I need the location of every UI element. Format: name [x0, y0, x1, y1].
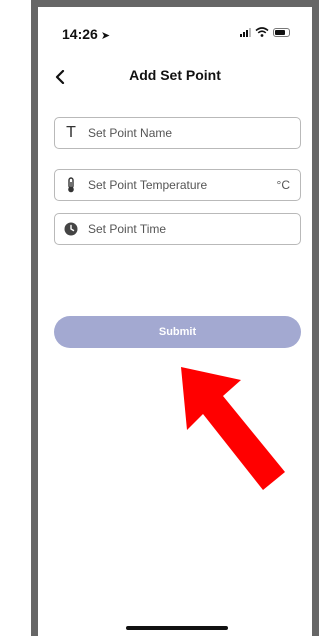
device-frame-top	[31, 0, 319, 7]
page-title: Add Set Point	[129, 67, 221, 83]
set-point-time-field[interactable]: Set Point Time	[54, 213, 301, 245]
red-pointer-arrow-icon	[181, 367, 285, 490]
status-time: 14:26 ➤	[62, 26, 110, 42]
battery-icon	[273, 27, 290, 37]
home-indicator	[126, 626, 228, 630]
device-frame-right	[312, 0, 319, 636]
signal-icon	[240, 27, 251, 37]
set-point-time-placeholder: Set Point Time	[88, 222, 167, 236]
device-frame-left	[31, 0, 38, 636]
set-point-temperature-field[interactable]: Set Point Temperature °C	[54, 169, 301, 201]
wifi-icon	[255, 27, 269, 37]
clock-icon	[58, 222, 84, 236]
text-icon: T	[66, 124, 76, 141]
location-arrow-icon: ➤	[100, 30, 111, 42]
set-point-temperature-placeholder: Set Point Temperature	[88, 178, 208, 192]
phone-screen: 14:26 ➤ Add Set Point T Set Point Name S…	[38, 7, 312, 636]
submit-button[interactable]: Submit	[54, 316, 301, 348]
temperature-unit: °C	[276, 178, 290, 192]
page: 14:26 ➤ Add Set Point T Set Point Name S…	[0, 0, 326, 636]
status-icons	[240, 27, 290, 37]
set-point-name-placeholder: Set Point Name	[88, 126, 173, 140]
thermometer-icon	[58, 177, 84, 193]
status-time-text: 14:26	[62, 26, 98, 42]
set-point-name-field[interactable]: T Set Point Name	[54, 117, 301, 149]
